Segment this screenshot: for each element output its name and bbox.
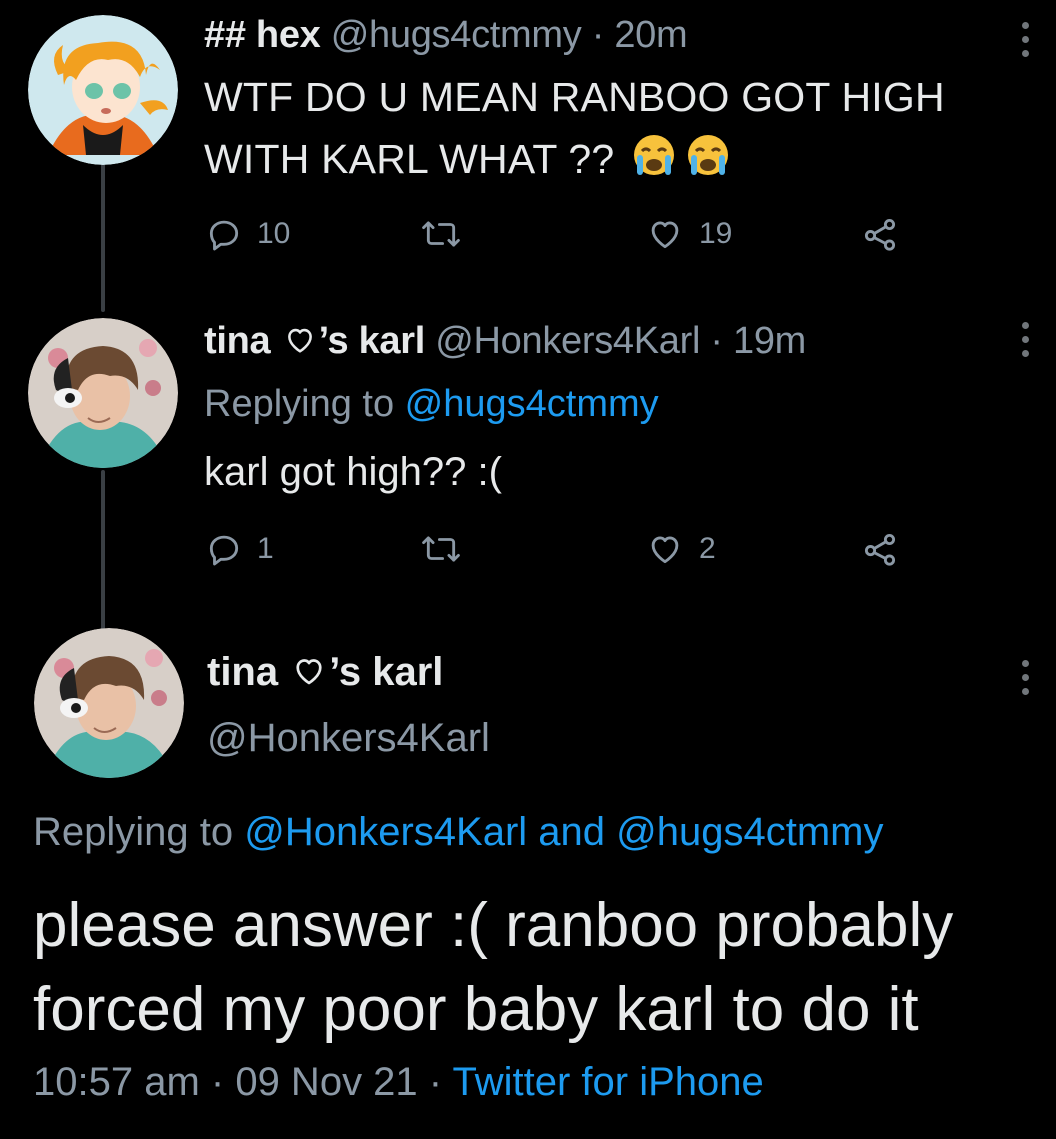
heart-outline-icon (296, 659, 322, 685)
tweet-time[interactable]: 10:57 am (33, 1060, 200, 1104)
reply-icon (209, 220, 239, 251)
text-line: please answer :( ranboo probably (33, 891, 954, 960)
display-name[interactable]: tina ’s karl (207, 650, 443, 695)
thread-line (101, 470, 105, 630)
text-line: WTF DO U MEAN RANBOO GOT HIGH (204, 74, 945, 120)
share-button[interactable] (860, 215, 900, 253)
name-segment: ’s karl (318, 320, 426, 362)
crying-face-emoji-icon (682, 132, 734, 176)
mention-link[interactable]: @Honkers4Karl (244, 810, 527, 854)
avatar-hex[interactable] (28, 15, 178, 165)
separator: · (581, 14, 615, 56)
share-icon (864, 533, 896, 566)
tweet-date[interactable]: 09 Nov 21 (235, 1060, 417, 1104)
tweet-2-text: karl got high?? :( (204, 450, 502, 494)
more-options-icon[interactable] (1020, 22, 1030, 57)
replying-label: Replying to (33, 810, 245, 854)
tweet-2-actions: 1 2 (205, 530, 905, 570)
handle[interactable]: @hugs4ctmmy (331, 14, 582, 56)
handle[interactable]: @Honkers4Karl (207, 716, 490, 761)
mention-link[interactable]: @hugs4ctmmy (405, 383, 659, 425)
retweet-button[interactable] (420, 215, 462, 253)
timestamp[interactable]: 19m (733, 320, 806, 362)
thread-line (101, 160, 105, 312)
retweet-button[interactable] (420, 530, 462, 568)
name-segment: tina (207, 650, 290, 694)
share-icon (864, 218, 896, 251)
separator: · (700, 320, 734, 362)
like-button[interactable]: 19 (645, 215, 732, 253)
reply-count: 1 (257, 532, 274, 565)
tweet-1-header: ## hex @hugs4ctmmy · 20m (204, 14, 688, 57)
like-count: 2 (699, 532, 716, 565)
tweet-1-actions: 10 19 (205, 215, 905, 255)
text-line: forced my poor baby karl to do it (33, 975, 919, 1044)
separator: · (199, 1060, 236, 1104)
name-segment: ’s karl (329, 650, 444, 694)
tweet-1-text: WTF DO U MEAN RANBOO GOT HIGH WITH KARL … (204, 66, 945, 190)
avatar-karl[interactable] (28, 318, 178, 468)
timestamp[interactable]: 20m (614, 14, 687, 56)
like-button[interactable]: 2 (645, 530, 716, 568)
heart-outline-icon (287, 328, 312, 353)
more-options-icon[interactable] (1020, 660, 1030, 695)
retweet-icon (422, 221, 460, 247)
text-segment: WITH KARL WHAT ?? (204, 136, 615, 182)
display-name[interactable]: ## hex (204, 14, 321, 56)
tweet-source[interactable]: Twitter for iPhone (453, 1060, 764, 1104)
avatar-karl[interactable] (34, 628, 184, 778)
main-tweet-text: please answer :( ranboo probably forced … (33, 884, 1033, 1052)
replying-label: Replying to (204, 383, 405, 425)
like-count: 19 (699, 217, 733, 250)
reply-count: 10 (257, 217, 291, 250)
reply-icon (209, 535, 239, 566)
separator: · (417, 1060, 453, 1104)
share-button[interactable] (860, 530, 900, 568)
more-options-icon[interactable] (1020, 322, 1030, 357)
handle[interactable]: @Honkers4Karl (435, 320, 700, 362)
heart-icon (651, 536, 679, 564)
name-segment: tina (204, 320, 281, 362)
reply-button[interactable]: 1 (205, 530, 274, 568)
display-name[interactable]: tina ’s karl (204, 320, 425, 362)
heart-icon (651, 221, 679, 249)
tweet-meta: 10:57 am · 09 Nov 21 · Twitter for iPhon… (33, 1060, 764, 1105)
tweet-2-header: tina ’s karl @Honkers4Karl · 19m (204, 320, 806, 363)
replying-to: Replying to @Honkers4Karl and @hugs4ctmm… (33, 810, 883, 855)
replying-and[interactable]: and (527, 810, 616, 854)
reply-button[interactable]: 10 (205, 215, 290, 253)
retweet-icon (422, 536, 460, 562)
crying-face-emoji-icon (630, 132, 682, 176)
replying-to: Replying to @hugs4ctmmy (204, 383, 659, 426)
text-line: WITH KARL WHAT ?? (204, 128, 945, 190)
mention-link[interactable]: @hugs4ctmmy (616, 810, 883, 854)
